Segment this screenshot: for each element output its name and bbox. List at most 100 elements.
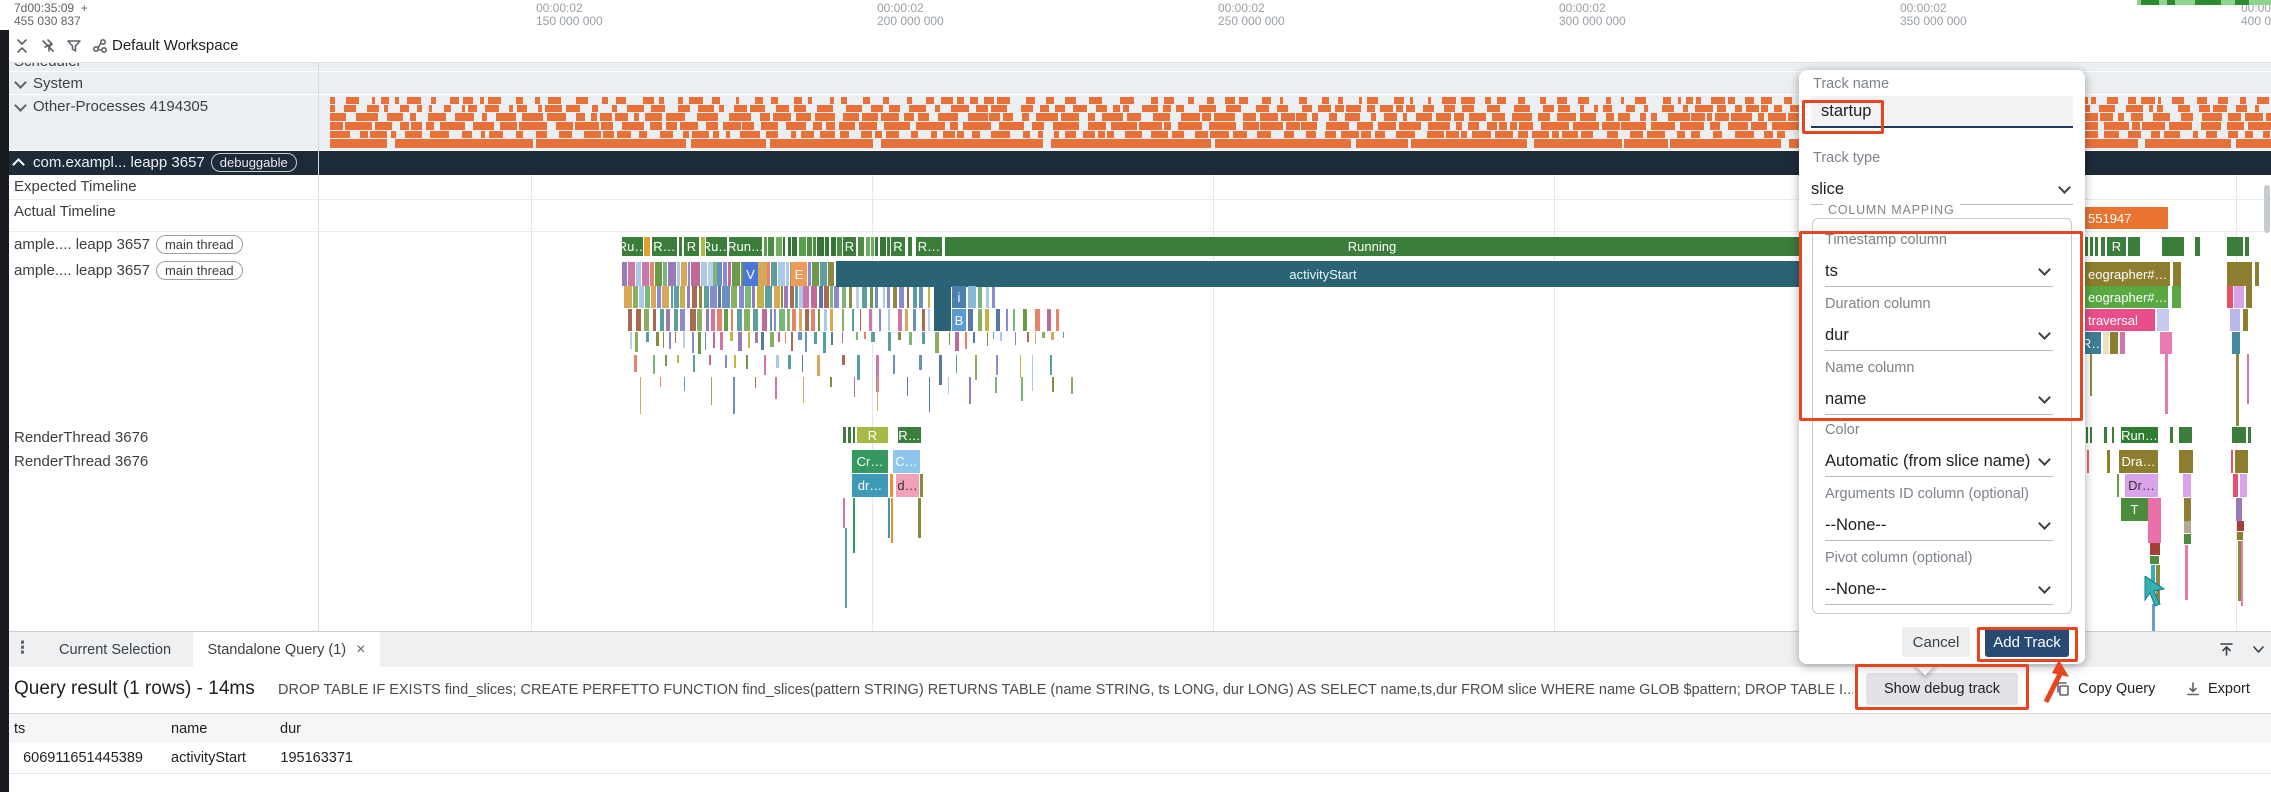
- color-select[interactable]: Automatic (from slice name): [1825, 446, 2053, 477]
- timeline-slice[interactable]: [2227, 237, 2243, 256]
- timeline-slice[interactable]: [2179, 450, 2193, 473]
- column-header[interactable]: ts: [0, 714, 157, 743]
- timeline-slice[interactable]: activityStart: [836, 261, 1810, 287]
- timeline-slice[interactable]: [2128, 237, 2140, 256]
- pin-disabled-icon[interactable]: [40, 38, 56, 54]
- timeline-slice[interactable]: [2241, 541, 2243, 606]
- timeline-slice[interactable]: [2103, 332, 2109, 354]
- timeline-slice[interactable]: dr…: [852, 474, 888, 497]
- timeline-slice[interactable]: Cr…: [852, 450, 888, 473]
- timeline-slice[interactable]: [2240, 474, 2247, 497]
- chevron-down-icon[interactable]: [2251, 644, 2266, 656]
- timeline-slice[interactable]: R…: [898, 427, 921, 443]
- timeline-slice[interactable]: [2095, 237, 2098, 256]
- timeline-slice[interactable]: eographer#…: [2085, 262, 2170, 286]
- timeline-slice[interactable]: [2086, 427, 2088, 443]
- add-track-button[interactable]: Add Track: [1985, 627, 2069, 657]
- name-column-select[interactable]: name: [1825, 384, 2053, 415]
- timeline-slice[interactable]: [2090, 237, 2093, 256]
- trace-minimap[interactable]: [2137, 0, 2271, 5]
- track-type-select[interactable]: slice: [1811, 174, 2073, 205]
- timeline-slice[interactable]: [2184, 521, 2191, 533]
- vertical-scrollbar[interactable]: [2264, 185, 2270, 233]
- timeline-slice[interactable]: [2195, 237, 2200, 256]
- timeline-slice[interactable]: R: [684, 237, 699, 256]
- timeline-slice[interactable]: V: [743, 262, 758, 286]
- column-header[interactable]: dur: [266, 714, 367, 743]
- timeline-slice[interactable]: [2237, 532, 2243, 540]
- timeline-slice[interactable]: E: [791, 262, 807, 286]
- timeline-slice[interactable]: d…: [896, 474, 919, 497]
- timeline-slice[interactable]: [2248, 427, 2251, 443]
- timeline-slice[interactable]: [934, 286, 951, 331]
- timeline-slice[interactable]: [2247, 354, 2249, 404]
- timeline-slice[interactable]: Dra…: [2119, 450, 2158, 473]
- timeline-slice[interactable]: [2112, 427, 2114, 443]
- timeline-slice[interactable]: [2184, 534, 2191, 544]
- timeline-slice[interactable]: [2255, 262, 2259, 286]
- tab-standalone-query[interactable]: Standalone Query (1)×: [193, 632, 380, 667]
- timeline-slice[interactable]: R: [891, 237, 905, 256]
- timeline-slice[interactable]: [2245, 237, 2249, 256]
- timeline-slice[interactable]: [920, 474, 923, 497]
- timeline-slice[interactable]: [2162, 237, 2184, 256]
- filter-icon[interactable]: [66, 38, 82, 54]
- timeline-slice[interactable]: [2117, 474, 2119, 497]
- timeline-slice[interactable]: [2085, 237, 2088, 256]
- timeline-slice[interactable]: [2087, 450, 2089, 473]
- chevron-down-icon[interactable]: [14, 76, 27, 89]
- timeline-slice[interactable]: [2150, 543, 2160, 555]
- timeline-slice[interactable]: [2234, 286, 2244, 308]
- timeline-slice[interactable]: [918, 498, 921, 538]
- timeline-slice[interactable]: Ru…: [622, 237, 643, 256]
- timeline-slice[interactable]: [2090, 427, 2092, 443]
- timeline-slice[interactable]: [2150, 556, 2159, 564]
- timeline-slice[interactable]: [2233, 474, 2238, 497]
- timeline-slice[interactable]: [2235, 450, 2248, 473]
- timeline-slice[interactable]: [2236, 498, 2242, 521]
- timeline-slice[interactable]: [2227, 262, 2252, 286]
- timeline-slice[interactable]: [843, 427, 846, 443]
- timeline-slice[interactable]: 551947: [2085, 207, 2168, 229]
- show-debug-track-button[interactable]: Show debug track: [1866, 673, 2018, 705]
- workspace-icon[interactable]: [92, 38, 108, 54]
- timeline-slice[interactable]: [2157, 309, 2169, 331]
- timeline-slice[interactable]: [848, 427, 851, 443]
- timeline-slice[interactable]: [890, 474, 893, 497]
- timeline-slice[interactable]: [2165, 354, 2168, 414]
- cancel-button[interactable]: Cancel: [1902, 627, 1970, 657]
- timeline-slice[interactable]: [2120, 332, 2125, 354]
- timeline-slice[interactable]: R…: [2085, 332, 2101, 354]
- timeline-slice[interactable]: [2179, 427, 2192, 443]
- timeline-slice[interactable]: [2107, 450, 2110, 473]
- timeline-slice[interactable]: traversal: [2085, 309, 2155, 331]
- timeline-slice[interactable]: [853, 427, 855, 443]
- timeline-slice[interactable]: [2236, 354, 2239, 426]
- timeline-slice[interactable]: [968, 286, 976, 308]
- timeline-slice[interactable]: [908, 237, 912, 256]
- timeline-slice[interactable]: [2104, 427, 2107, 443]
- timeline-slice[interactable]: [843, 498, 845, 528]
- track-name-input[interactable]: startup: [1811, 96, 2073, 128]
- timeline-slice[interactable]: [2184, 498, 2191, 521]
- timeline-slice[interactable]: [2232, 427, 2246, 443]
- timeline-slice[interactable]: [2232, 332, 2240, 354]
- workspace-name[interactable]: Default Workspace: [112, 37, 238, 54]
- timeline-slice[interactable]: Dr…: [2125, 474, 2158, 497]
- timeline-slice[interactable]: [2160, 332, 2172, 354]
- timeline-slice[interactable]: R: [843, 237, 856, 256]
- timeline-slice[interactable]: [2230, 309, 2240, 331]
- timeline-slice[interactable]: [2090, 354, 2092, 396]
- timeline-slice[interactable]: R: [2107, 237, 2126, 256]
- timeline-slice[interactable]: [2172, 286, 2181, 308]
- timeline-slice[interactable]: [2243, 309, 2248, 331]
- timeline-slice[interactable]: Running: [945, 237, 1799, 256]
- timeline-ruler[interactable]: 7d00:35:09 +455 030 837 00:00:02150 000 …: [0, 0, 2271, 31]
- arguments-id-column-optional-select[interactable]: --None--: [1825, 510, 2053, 541]
- timeline-slice[interactable]: [2246, 286, 2252, 308]
- timeline-slice[interactable]: [2101, 237, 2105, 256]
- timeline-slice[interactable]: Run…: [729, 237, 762, 256]
- timeline-slice[interactable]: [888, 498, 890, 538]
- timeline-slice[interactable]: [2110, 332, 2118, 354]
- timeline-slice[interactable]: [2173, 262, 2181, 286]
